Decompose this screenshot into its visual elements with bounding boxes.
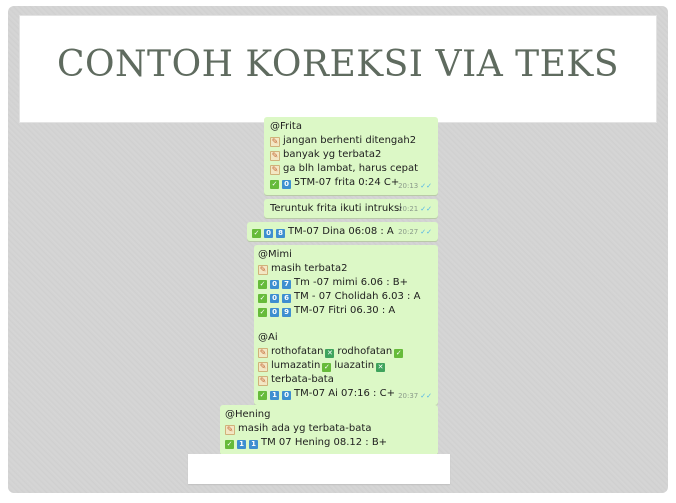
pencil-icon: ✎ [258, 376, 268, 386]
keycap-0-icon: 0 [282, 391, 291, 400]
chat-line: ✓ 0 7 Tm -07 mimi 6.06 : B+ [258, 277, 408, 289]
chat-line: ✎ masih ada yg terbata-bata [225, 423, 372, 435]
chat-line: ✎ terbata-bata [258, 374, 334, 386]
cross-mark-icon: ✕ [325, 349, 335, 358]
message-time: 20:37 ✓✓ [398, 392, 432, 400]
keycap-8-icon: 8 [276, 229, 285, 238]
check-icon: ✓ [394, 349, 404, 358]
check-icon: ✓ [258, 280, 267, 289]
blank-caption-bar [188, 454, 450, 484]
chat-line: Teruntuk frita ikuti intruksi [270, 203, 402, 214]
keycap-1-icon: 1 [270, 391, 279, 400]
chat-line: ✓ 1 1 TM 07 Hening 08.12 : B+ [225, 437, 388, 449]
chat-line: @Mimi [258, 249, 292, 260]
keycap-1-icon: 1 [237, 440, 246, 449]
chat-line: ✎ ga blh lambat, harus cepat [270, 163, 419, 175]
message-time: 20:13 ✓✓ [398, 182, 432, 190]
check-icon: ✓ [225, 440, 234, 449]
pencil-icon: ✎ [258, 362, 268, 372]
chat-line: @Hening [225, 409, 271, 420]
chat-line: ✎ masih terbata2 [258, 263, 348, 275]
keycap-0-icon: 0 [270, 280, 279, 289]
chat-bubble-instruction: Teruntuk frita ikuti intruksi 20:21 ✓✓ [264, 199, 438, 218]
check-icon: ✓ [258, 308, 267, 317]
check-icon: ✓ [270, 180, 279, 189]
chat-line: @Ai [258, 332, 278, 343]
read-check-icon: ✓✓ [420, 228, 432, 236]
chat-line: ✓ 0 5TM-07 frita 0:24 C+ [270, 177, 400, 189]
pencil-icon: ✎ [270, 151, 280, 161]
keycap-1-icon: 1 [249, 440, 258, 449]
keycap-0-icon: 0 [270, 294, 279, 303]
check-icon: ✓ [258, 391, 267, 400]
read-check-icon: ✓✓ [420, 182, 432, 190]
keycap-6-icon: 6 [282, 294, 291, 303]
keycap-7-icon: 7 [282, 280, 291, 289]
read-check-icon: ✓✓ [420, 392, 432, 400]
message-time: 20:27 ✓✓ [398, 228, 432, 236]
keycap-0-icon: 0 [264, 229, 273, 238]
title-box: CONTOH KOREKSI VIA TEKS [20, 16, 656, 122]
chat-line: ✓ 0 9 TM-07 Fitri 06.30 : A [258, 305, 396, 317]
check-icon: ✓ [252, 229, 261, 238]
chat-bubble-mimi-ai: @Mimi ✎ masih terbata2 ✓ 0 7 Tm -07 mimi 6.0… [254, 245, 438, 405]
check-icon: ✓ [258, 294, 267, 303]
chat-line: @Frita [270, 121, 302, 132]
chat-bubble-frita: @Frita ✎ jangan berhenti ditengah2 ✎ banya… [264, 117, 438, 195]
slide-title: CONTOH KOREKSI VIA TEKS [57, 44, 619, 85]
chat-line: ✎ jangan berhenti ditengah2 [270, 135, 417, 147]
chat-line: ✓ 0 8 TM-07 Dina 06:08 : A [252, 226, 394, 238]
pencil-icon: ✎ [270, 165, 280, 175]
pencil-icon: ✎ [258, 348, 268, 358]
chat-line: ✓ 0 6 TM - 07 Cholidah 6.03 : A [258, 291, 421, 303]
keycap-9-icon: 9 [282, 308, 291, 317]
message-time: 20:21 ✓✓ [398, 205, 432, 213]
read-check-icon: ✓✓ [420, 205, 432, 213]
keycap-0-icon: 0 [282, 180, 291, 189]
chat-bubble-hening: @Hening ✎ masih ada yg terbata-bata ✓ 1 1 TM… [220, 405, 438, 455]
pencil-icon: ✎ [258, 265, 268, 275]
pencil-icon: ✎ [225, 425, 235, 435]
keycap-0-icon: 0 [270, 308, 279, 317]
chat-line: ✓ 1 0 TM-07 Ai 07:16 : C+ [258, 388, 395, 400]
pencil-icon: ✎ [270, 137, 280, 147]
chat-bubble-dina: ✓ 0 8 TM-07 Dina 06:08 : A 20:27 ✓✓ [247, 222, 438, 241]
chat-line: ✎ lumazatin ✓ luazatin ✕ [258, 360, 386, 372]
chat-line: ✎ banyak yg terbata2 [270, 149, 382, 161]
check-icon: ✓ [322, 363, 332, 372]
cross-mark-icon: ✕ [376, 363, 386, 372]
chat-line: ✎ rothofatan ✕ rodhofatan ✓ [258, 346, 404, 358]
